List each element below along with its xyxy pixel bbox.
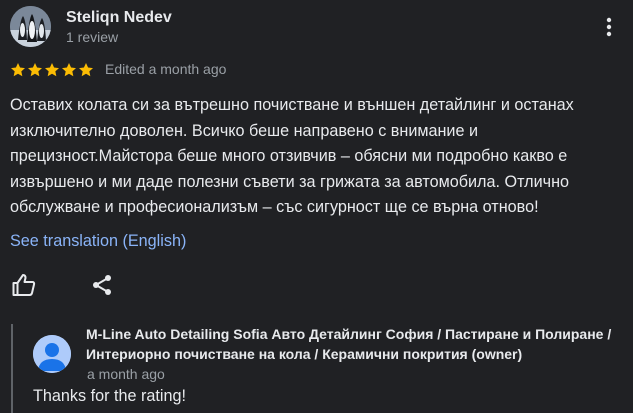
reviewer-avatar[interactable] [10, 6, 51, 47]
person-icon [33, 335, 71, 373]
reviewer-name[interactable]: Steliqn Nedev [66, 8, 172, 27]
reviewer-review-count: 1 review [66, 29, 119, 45]
owner-response-name[interactable]: M-Line Auto Detailing Sofia Авто Детайли… [86, 324, 626, 364]
star-icon [62, 63, 76, 77]
see-translation-link[interactable]: See translation (English) [10, 231, 186, 251]
more-options-button[interactable] [597, 12, 621, 42]
owner-response-text: Thanks for the rating! [33, 387, 186, 405]
like-button[interactable] [11, 272, 37, 298]
owner-response-divider [11, 324, 13, 413]
more-vert-icon [606, 17, 612, 37]
star-icon [11, 63, 25, 77]
share-icon [93, 275, 111, 295]
review-edited-time: Edited a month ago [105, 61, 227, 77]
share-button[interactable] [90, 273, 114, 297]
thumb-up-icon [12, 274, 36, 296]
star-icon [79, 63, 93, 77]
star-icon [45, 63, 59, 77]
owner-response-time: a month ago [87, 366, 165, 382]
star-icon [28, 63, 42, 77]
review-text: Оставих колата си за вътрешно почистване… [10, 96, 574, 216]
owner-avatar [33, 335, 71, 373]
star-rating [10, 62, 94, 78]
